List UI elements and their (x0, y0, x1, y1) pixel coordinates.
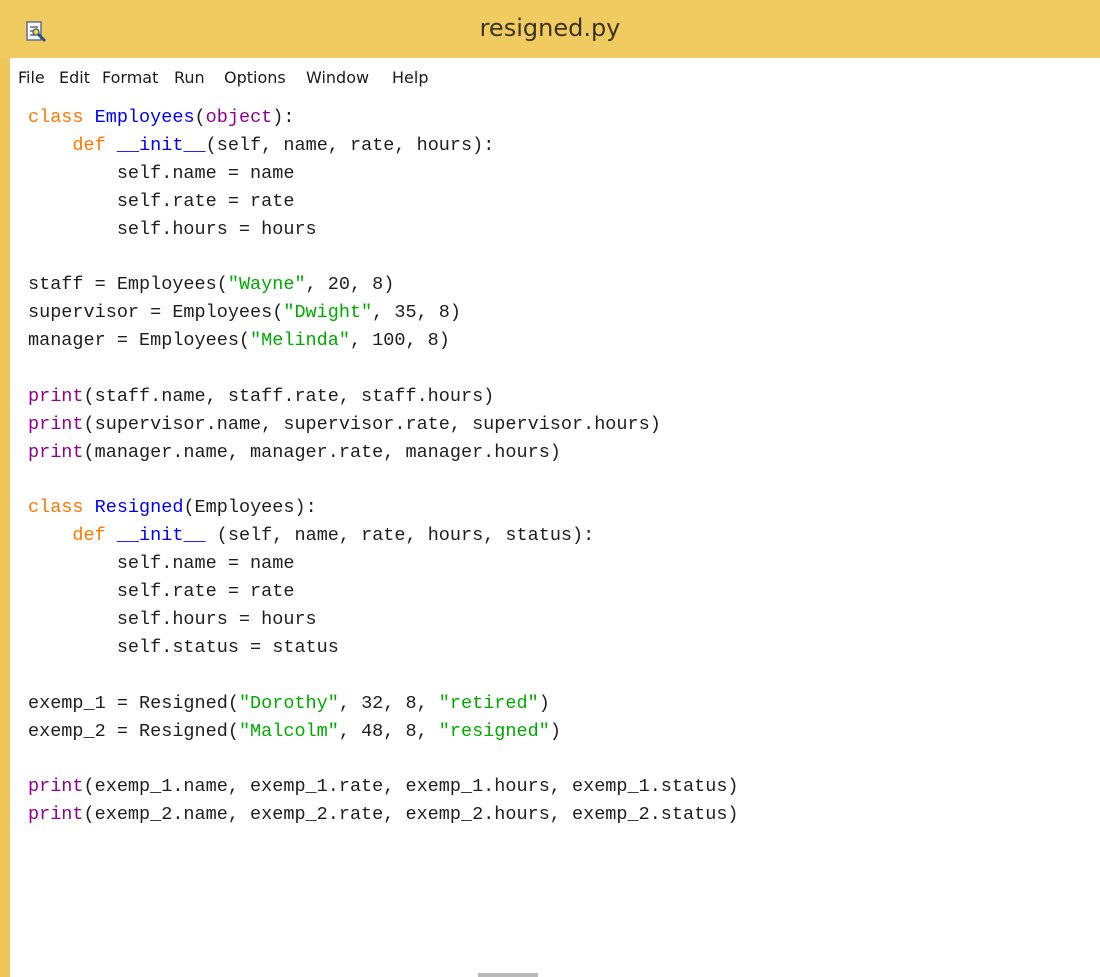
code-token: class (28, 107, 95, 128)
code-token: self.rate = rate (28, 581, 295, 603)
menu-edit[interactable]: Edit (59, 68, 90, 87)
menu-bar: File Edit Format Run Options Window Help (10, 58, 1100, 95)
idle-editor-window: resigned.py File Edit Format Run Options… (0, 0, 1100, 977)
code-token: exemp_2 = Resigned( (28, 720, 239, 742)
code-token: staff = Employees( (28, 274, 228, 296)
code-token: (self, name, rate, hours): (205, 134, 495, 156)
code-token: self.name = name (28, 553, 295, 575)
code-line: self.rate = rate (28, 578, 739, 606)
code-line: self.name = name (28, 160, 739, 188)
code-token: "Malcolm" (238, 720, 339, 742)
code-token: ) (549, 720, 561, 742)
code-token: print (28, 413, 84, 435)
code-token: (staff.name, staff.rate, staff.hours) (83, 385, 495, 407)
code-token: (exemp_1.name, exemp_1.rate, exemp_1.hou… (83, 776, 739, 798)
code-line: print(supervisor.name, supervisor.rate, … (28, 411, 739, 439)
code-token: self.rate = rate (28, 190, 295, 212)
title-bar[interactable]: resigned.py (0, 0, 1100, 58)
code-token: , 100, 8) (349, 330, 450, 352)
code-token: (self, name, rate, hours, status): (205, 525, 595, 547)
code-token: self.status = status (28, 636, 339, 658)
code-line: print(exemp_2.name, exemp_2.rate, exemp_… (28, 801, 739, 829)
code-token: print (28, 441, 84, 463)
code-token: (supervisor.name, supervisor.rate, super… (83, 413, 661, 435)
code-token: __init__ (116, 134, 206, 156)
menu-file[interactable]: File (18, 68, 45, 87)
code-token: self.hours = hours (28, 218, 317, 240)
code-token: print (28, 776, 84, 798)
code-line: self.rate = rate (28, 188, 739, 216)
code-token: class (28, 497, 95, 519)
code-line: exemp_1 = Resigned("Dorothy", 32, 8, "re… (28, 690, 739, 718)
code-token: , 48, 8, (338, 720, 439, 742)
code-line: self.hours = hours (28, 216, 739, 244)
code-line: self.hours = hours (28, 606, 739, 634)
code-line: exemp_2 = Resigned("Malcolm", 48, 8, "re… (28, 718, 739, 746)
code-token: "Melinda" (250, 330, 350, 352)
code-token: object (205, 107, 273, 128)
code-token: self.hours = hours (28, 609, 317, 631)
code-token: ) (538, 692, 550, 714)
status-bar-edge (478, 973, 538, 977)
code-token: "Wayne" (227, 274, 306, 296)
code-token: "resigned" (438, 720, 550, 742)
code-line: class Employees(object): (28, 104, 739, 132)
code-line: def __init__ (self, name, rate, hours, s… (28, 522, 739, 550)
menu-run[interactable]: Run (174, 68, 205, 87)
code-editor[interactable]: class Employees(object): def __init__(se… (10, 94, 1100, 977)
code-token: (manager.name, manager.rate, manager.hou… (83, 441, 561, 463)
code-line: manager = Employees("Melinda", 100, 8) (28, 327, 739, 355)
code-token: "retired" (438, 692, 539, 714)
code-token: Resigned (94, 497, 184, 519)
code-line: self.status = status (28, 634, 739, 662)
code-token: (exemp_2.name, exemp_2.rate, exemp_2.hou… (83, 804, 739, 826)
code-line: print(exemp_1.name, exemp_1.rate, exemp_… (28, 773, 739, 801)
code-token: print (28, 804, 84, 826)
code-token: Employees (94, 107, 195, 128)
code-line: staff = Employees("Wayne", 20, 8) (28, 271, 739, 299)
code-token: def (72, 525, 117, 547)
code-token: "Dorothy" (238, 692, 339, 714)
code-token: self.name = name (28, 162, 295, 184)
code-token: "Dwight" (283, 302, 373, 324)
code-token: ): (272, 107, 295, 128)
window-title: resigned.py (479, 14, 621, 42)
code-line: self.name = name (28, 550, 739, 578)
menu-options[interactable]: Options (224, 68, 286, 87)
menu-format[interactable]: Format (102, 68, 158, 87)
menu-help[interactable]: Help (392, 68, 428, 87)
code-token: def (72, 134, 117, 156)
code-token: , 35, 8) (372, 302, 461, 324)
code-token: , 32, 8, (338, 692, 439, 714)
code-token: exemp_1 = Resigned( (28, 692, 239, 714)
code-line: supervisor = Employees("Dwight", 35, 8) (28, 299, 739, 327)
code-token: manager = Employees( (28, 330, 251, 352)
code-token: print (28, 385, 84, 407)
code-token: , 20, 8) (305, 274, 395, 296)
code-token: supervisor = Employees( (28, 302, 284, 324)
code-token: __init__ (116, 525, 206, 547)
code-token: (Employees): (183, 497, 317, 519)
menu-window[interactable]: Window (306, 68, 369, 87)
code-text[interactable]: class Employees(object): def __init__(se… (28, 104, 739, 829)
code-token: ( (194, 107, 206, 128)
code-line: print(manager.name, manager.rate, manage… (28, 439, 739, 467)
code-line: print(staff.name, staff.rate, staff.hour… (28, 383, 739, 411)
code-line: class Resigned(Employees): (28, 494, 739, 522)
code-line: def __init__(self, name, rate, hours): (28, 132, 739, 160)
